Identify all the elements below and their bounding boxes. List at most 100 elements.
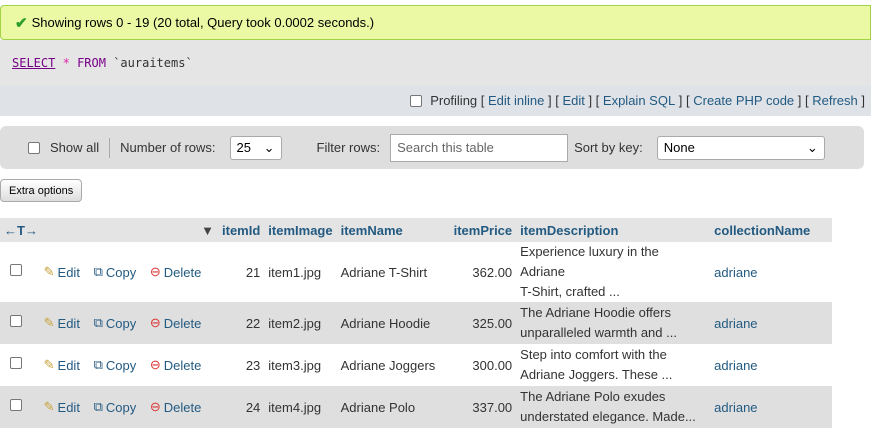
- cell-item-description[interactable]: The Adriane Polo exudes understated elega…: [516, 386, 711, 428]
- column-header[interactable]: itemDescription: [516, 218, 711, 242]
- sql-query-box: SELECT * FROM `auraitems`: [0, 40, 871, 86]
- edit-link[interactable]: Edit: [562, 93, 584, 108]
- cell-item-id[interactable]: 24: [218, 386, 265, 428]
- cell-collection-name[interactable]: adriane: [710, 344, 833, 386]
- pencil-icon: ✎: [43, 357, 55, 372]
- desc-line: Experience luxury in the Adriane: [520, 244, 659, 279]
- column-header[interactable]: itemImage: [264, 218, 337, 242]
- copy-button[interactable]: ⧉ Copy: [94, 399, 137, 415]
- sql-code: SELECT * FROM `auraitems`: [12, 56, 193, 70]
- column-header[interactable]: itemName: [336, 218, 450, 242]
- cell-item-image[interactable]: item2.jpg: [264, 302, 337, 344]
- delete-icon: ⊖: [149, 357, 161, 372]
- delete-button[interactable]: ⊖ Delete: [150, 399, 201, 415]
- dropdown-triangle-icon[interactable]: ▼: [201, 223, 214, 238]
- delete-icon: ⊖: [149, 315, 161, 330]
- rows-value: 25: [236, 140, 251, 155]
- sql-select-keyword[interactable]: SELECT: [12, 56, 55, 70]
- cell-item-name[interactable]: Adriane Hoodie: [336, 302, 450, 344]
- copy-button[interactable]: ⧉ Copy: [94, 264, 137, 280]
- results-table: ←T→ ▼ itemId itemImage itemName itemPric…: [0, 218, 833, 428]
- delete-label: Delete: [163, 399, 202, 415]
- desc-line: unparalleled warmth and ...: [520, 325, 677, 340]
- delete-button[interactable]: ⊖ Delete: [150, 315, 201, 331]
- cell-collection-name[interactable]: adriane: [710, 386, 833, 428]
- cell-item-price[interactable]: 337.00: [449, 386, 517, 428]
- checkmark-icon: ✔: [15, 14, 28, 32]
- filter-label: Filter rows:: [316, 140, 381, 155]
- rows-select[interactable]: 25 ⌄: [229, 135, 282, 160]
- chevron-down-icon: ⌄: [806, 139, 818, 155]
- success-message: ✔ Showing rows 0 - 19 (20 total, Query t…: [0, 5, 871, 40]
- delete-label: Delete: [163, 357, 202, 373]
- column-arrows-header: ←T→ ▼: [0, 218, 218, 242]
- delete-button[interactable]: ⊖ Delete: [150, 264, 201, 280]
- cell-collection-name[interactable]: adriane: [710, 302, 833, 344]
- column-arrows-icon[interactable]: ←T→: [4, 223, 38, 238]
- cell-item-name[interactable]: Adriane Joggers: [336, 344, 450, 386]
- cell-item-description[interactable]: Experience luxury in the Adriane T-Shirt,…: [516, 242, 711, 302]
- cell-item-id[interactable]: 22: [218, 302, 265, 344]
- extra-options-button[interactable]: Extra options: [0, 179, 83, 202]
- cell-item-name[interactable]: Adriane T-Shirt: [336, 242, 450, 302]
- cell-item-description[interactable]: Step into comfort with the Adriane Jogger…: [516, 344, 711, 386]
- row-checkbox[interactable]: [10, 357, 22, 369]
- edit-inline-link[interactable]: Edit inline: [488, 93, 544, 108]
- cell-item-image[interactable]: item1.jpg: [264, 242, 337, 302]
- delete-label: Delete: [163, 264, 202, 280]
- cell-item-price[interactable]: 362.00: [449, 242, 517, 302]
- cell-item-name[interactable]: Adriane Polo: [336, 386, 450, 428]
- cell-item-price[interactable]: 325.00: [449, 302, 517, 344]
- table-row: ✎ Edit ⧉ Copy ⊖ Delete 24 item4.jpg Adriane…: [0, 386, 833, 428]
- profiling-label: Profiling: [430, 93, 478, 108]
- cell-item-id[interactable]: 21: [218, 242, 265, 302]
- cell-item-description[interactable]: The Adriane Hoodie offers unparalleled wa…: [516, 302, 711, 344]
- column-header[interactable]: collectionName: [710, 218, 833, 242]
- cell-item-image[interactable]: item4.jpg: [264, 386, 337, 428]
- edit-button[interactable]: ✎ Edit: [44, 315, 80, 331]
- filter-input[interactable]: Search this table: [390, 133, 569, 162]
- cell-item-image[interactable]: item3.jpg: [264, 344, 337, 386]
- refresh-link[interactable]: Refresh: [812, 93, 858, 108]
- pencil-icon: ✎: [43, 264, 55, 279]
- cell-item-price[interactable]: 300.00: [449, 344, 517, 386]
- sort-value: None: [663, 140, 695, 155]
- table-row: ✎ Edit ⧉ Copy ⊖ Delete 22 item2.jpg Adriane…: [0, 302, 833, 344]
- column-header[interactable]: itemPrice: [449, 218, 517, 242]
- copy-button[interactable]: ⧉ Copy: [94, 315, 137, 331]
- sort-select[interactable]: None ⌄: [656, 135, 825, 160]
- delete-icon: ⊖: [149, 399, 161, 414]
- show-all-checkbox[interactable]: [28, 141, 40, 154]
- sql-table-name: `auraitems`: [113, 56, 193, 70]
- filter-placeholder: Search this table: [397, 140, 494, 155]
- copy-label: Copy: [105, 264, 137, 280]
- edit-button[interactable]: ✎ Edit: [44, 264, 80, 280]
- copy-icon: ⧉: [93, 264, 103, 279]
- copy-button[interactable]: ⧉ Copy: [94, 357, 137, 373]
- copy-label: Copy: [105, 399, 137, 415]
- sort-label: Sort by key:: [574, 140, 643, 155]
- profiling-checkbox[interactable]: [410, 94, 423, 107]
- delete-button[interactable]: ⊖ Delete: [150, 357, 201, 373]
- divider: [109, 137, 111, 158]
- desc-line: The Adriane Hoodie offers: [520, 305, 671, 320]
- table-row: ✎ Edit ⧉ Copy ⊖ Delete 23 item3.jpg Adriane…: [0, 344, 833, 386]
- delete-icon: ⊖: [149, 264, 161, 279]
- pencil-icon: ✎: [43, 399, 55, 414]
- desc-line: Step into comfort with the: [520, 347, 667, 362]
- desc-line: Adriane Joggers. These ...: [520, 367, 673, 382]
- row-checkbox[interactable]: [10, 399, 22, 411]
- rows-label: Number of rows:: [120, 140, 216, 155]
- cell-item-id[interactable]: 23: [218, 344, 265, 386]
- explain-sql-link[interactable]: Explain SQL: [603, 93, 675, 108]
- row-checkbox[interactable]: [10, 264, 22, 276]
- edit-button[interactable]: ✎ Edit: [44, 357, 80, 373]
- edit-button[interactable]: ✎ Edit: [44, 399, 80, 415]
- edit-label: Edit: [57, 399, 80, 415]
- row-checkbox[interactable]: [10, 315, 22, 327]
- column-header[interactable]: itemId: [218, 218, 265, 242]
- create-php-link[interactable]: Create PHP code: [693, 93, 794, 108]
- cell-collection-name[interactable]: adriane: [710, 242, 833, 302]
- desc-line: The Adriane Polo exudes: [520, 389, 666, 404]
- sql-from-keyword: FROM: [77, 56, 106, 70]
